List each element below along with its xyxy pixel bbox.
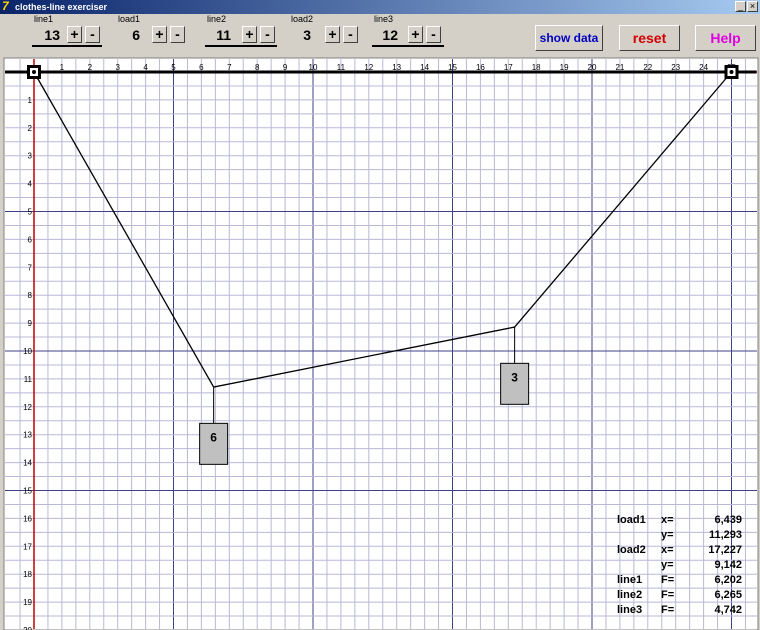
x-tick-label: 8 bbox=[255, 63, 260, 72]
y-tick-label: 5 bbox=[28, 208, 33, 217]
readout-row: y= 11,293 bbox=[617, 529, 742, 544]
readout-key: y= bbox=[661, 529, 674, 541]
readout-row: load1 x= 6,439 bbox=[617, 514, 742, 529]
x-tick-label: 16 bbox=[476, 63, 485, 72]
readout-key: x= bbox=[661, 514, 674, 526]
x-tick-label: 20 bbox=[588, 63, 597, 72]
readout-name: load1 bbox=[617, 514, 646, 526]
readout-name: line3 bbox=[617, 604, 643, 616]
y-tick-label: 14 bbox=[23, 459, 32, 468]
x-tick-label: 15 bbox=[448, 63, 457, 72]
readout-key: x= bbox=[661, 544, 674, 556]
y-tick-label: 1 bbox=[28, 96, 33, 105]
y-tick-label: 3 bbox=[28, 152, 33, 161]
x-tick-label: 21 bbox=[615, 63, 624, 72]
readout-row: line3 F= 4,742 bbox=[617, 604, 742, 619]
x-tick-label: 17 bbox=[504, 63, 513, 72]
x-tick-label: 3 bbox=[115, 63, 120, 72]
y-tick-label: 7 bbox=[28, 263, 33, 272]
readout-value: 6,439 bbox=[714, 514, 742, 526]
x-tick-label: 9 bbox=[283, 63, 288, 72]
y-tick-label: 11 bbox=[24, 375, 33, 384]
y-tick-label: 6 bbox=[28, 235, 33, 244]
load1-weight-label: 6 bbox=[210, 430, 217, 444]
x-tick-label: 11 bbox=[337, 63, 346, 72]
anchor-left-pin bbox=[32, 70, 36, 74]
readout-value: 9,142 bbox=[714, 559, 742, 571]
readout-key: F= bbox=[661, 589, 675, 601]
readout-value: 6,265 bbox=[714, 589, 742, 601]
x-tick-label: 5 bbox=[171, 63, 176, 72]
x-tick-label: 2 bbox=[88, 63, 93, 72]
readout-value: 11,293 bbox=[708, 529, 742, 541]
readout-row: line2 F= 6,265 bbox=[617, 589, 742, 604]
y-tick-label: 4 bbox=[28, 180, 33, 189]
readout-name: line2 bbox=[617, 589, 643, 601]
readout-key: F= bbox=[661, 574, 675, 586]
x-tick-label: 4 bbox=[143, 63, 148, 72]
x-tick-label: 7 bbox=[227, 63, 232, 72]
readout-row: line1 F= 6,202 bbox=[617, 574, 742, 589]
y-tick-label: 20 bbox=[23, 626, 32, 630]
y-tick-label: 17 bbox=[23, 542, 32, 551]
readout-row: load2 x= 17,227 bbox=[617, 544, 742, 559]
readout-value: 17,227 bbox=[708, 544, 742, 556]
readout-key: y= bbox=[661, 559, 674, 571]
readout-key: F= bbox=[661, 604, 675, 616]
x-tick-label: 23 bbox=[671, 63, 680, 72]
y-tick-label: 15 bbox=[23, 487, 32, 496]
y-tick-label: 13 bbox=[23, 431, 32, 440]
anchor-right-pin bbox=[729, 70, 734, 74]
x-tick-label: 24 bbox=[699, 63, 708, 72]
y-tick-label: 2 bbox=[28, 124, 33, 133]
y-tick-label: 10 bbox=[23, 347, 32, 356]
x-tick-label: 10 bbox=[309, 63, 318, 72]
x-tick-label: 18 bbox=[532, 63, 541, 72]
y-tick-label: 18 bbox=[23, 570, 32, 579]
x-tick-label: 1 bbox=[60, 63, 65, 72]
y-tick-label: 16 bbox=[23, 514, 32, 523]
y-tick-label: 9 bbox=[28, 319, 33, 328]
data-readout: load1 x= 6,439 y= 11,293 load2 x= 17,227 y= 9,… bbox=[617, 514, 742, 619]
y-tick-label: 19 bbox=[23, 598, 32, 607]
readout-name: line1 bbox=[617, 574, 643, 586]
y-tick-label: 12 bbox=[23, 403, 32, 412]
readout-row: y= 9,142 bbox=[617, 559, 742, 574]
x-tick-label: 12 bbox=[364, 63, 373, 72]
x-tick-label: 6 bbox=[199, 63, 204, 72]
readout-value: 4,742 bbox=[714, 604, 742, 616]
x-tick-label: 22 bbox=[643, 63, 652, 72]
readout-name: load2 bbox=[617, 544, 646, 556]
readout-value: 6,202 bbox=[714, 574, 742, 586]
x-tick-label: 19 bbox=[560, 63, 569, 72]
y-tick-label: 8 bbox=[28, 291, 33, 300]
load2-weight-label: 3 bbox=[511, 370, 518, 384]
x-tick-label: 13 bbox=[392, 63, 401, 72]
x-tick-label: 14 bbox=[420, 63, 429, 72]
